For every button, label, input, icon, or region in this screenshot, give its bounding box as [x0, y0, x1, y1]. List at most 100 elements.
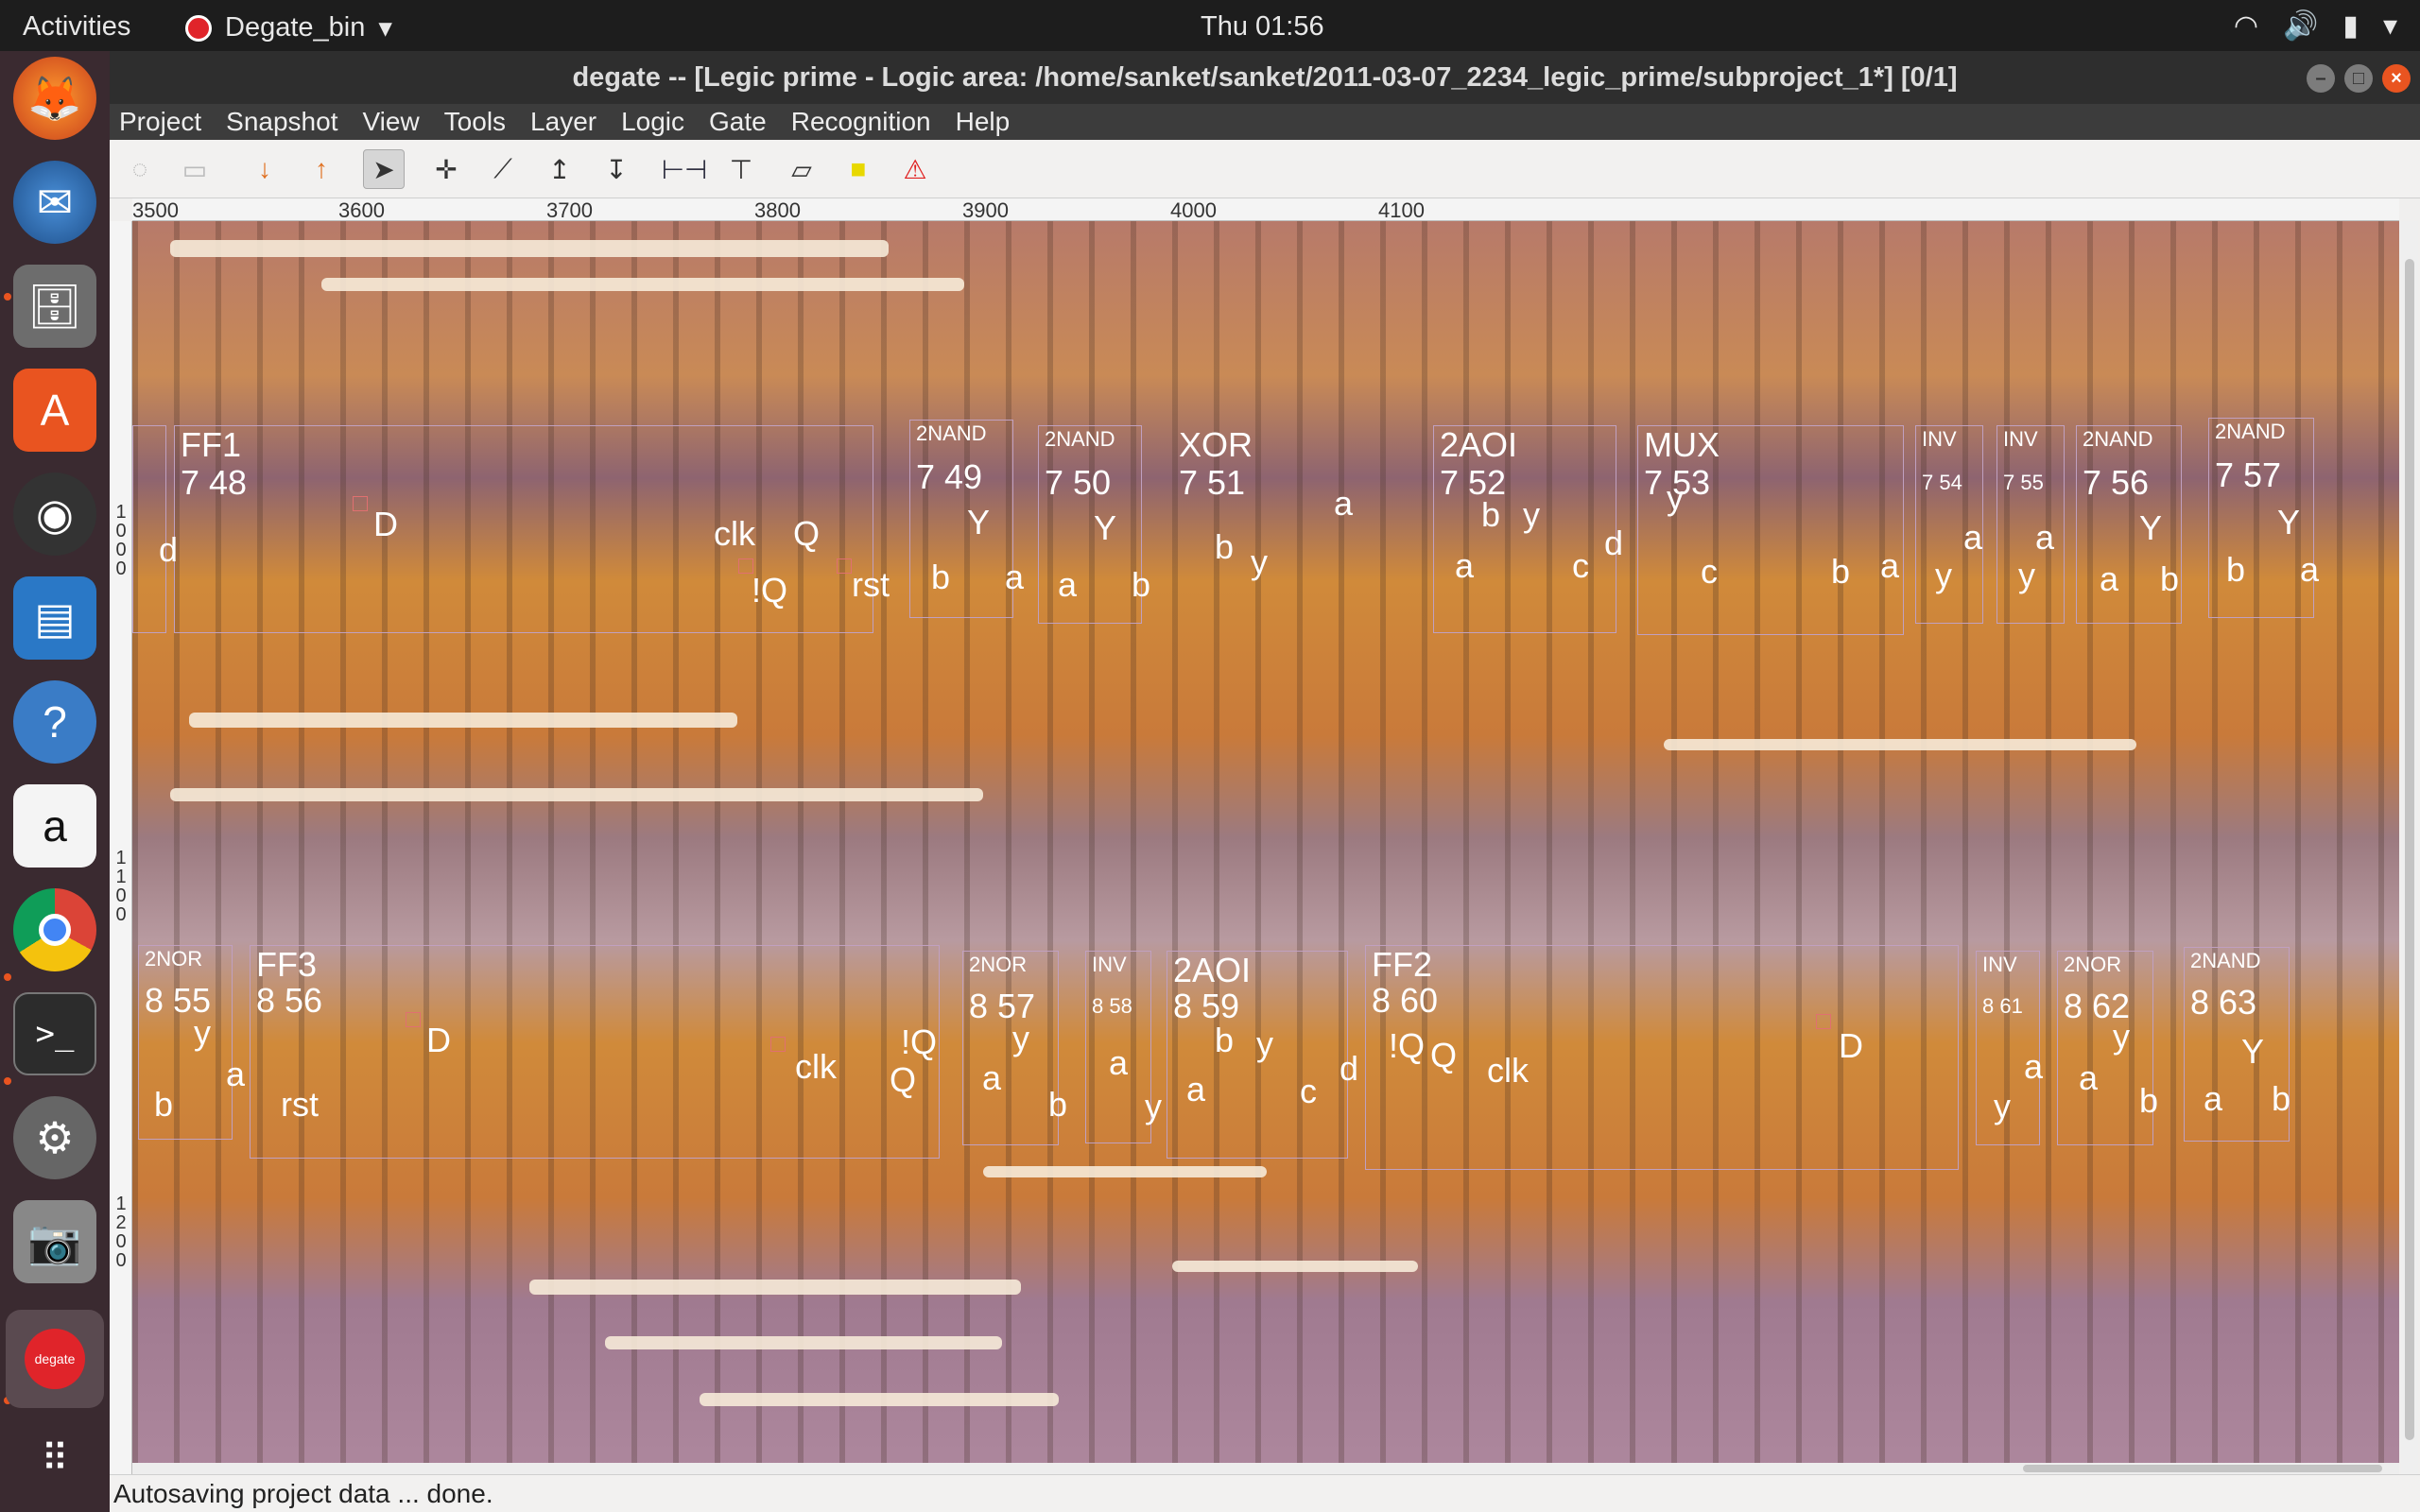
port-label: rst	[281, 1085, 319, 1124]
horizontal-scrollbar[interactable]	[132, 1463, 2399, 1474]
menu-tools[interactable]: Tools	[444, 107, 506, 137]
port-label: a	[2204, 1079, 2223, 1118]
warning-icon[interactable]: ⚠	[894, 149, 936, 189]
layer-down-icon[interactable]: ↓	[244, 149, 285, 189]
wifi-icon[interactable]: ◠	[2234, 9, 2258, 43]
gate-2nand-757[interactable]: 2NAND 7 57 Y b a	[2208, 418, 2319, 618]
menu-project[interactable]: Project	[119, 107, 201, 137]
menu-view[interactable]: View	[362, 107, 419, 137]
gate-2nand-756[interactable]: 2NAND 7 56 Y a b	[2076, 425, 2182, 624]
gate-2nor-857[interactable]: 2NOR 8 57 y a b	[962, 951, 1067, 1145]
gate-2nand-863[interactable]: 2NAND 8 63 Y a b	[2184, 947, 2290, 1142]
menu-logic[interactable]: Logic	[621, 107, 684, 137]
gate-2nand-750[interactable]: 2NAND 7 50 Y a b	[1038, 425, 1150, 624]
gate-mux-753[interactable]: MUX 7 53 y c b a	[1637, 425, 1904, 635]
maximize-icon[interactable]: □	[2344, 64, 2373, 93]
gate-inv-861[interactable]: INV 8 61 a y	[1976, 951, 2043, 1145]
libreoffice-impress-icon[interactable]: ▤	[13, 576, 96, 660]
gate-partial[interactable]	[132, 425, 166, 633]
port-label: c	[1701, 552, 1718, 591]
rhythmbox-icon[interactable]: ◉	[13, 472, 96, 556]
scrollbar-thumb[interactable]	[2405, 259, 2414, 1440]
die-image-canvas[interactable]: FF1 7 48 D clk Q !Q rst d 2NAND 7 49 Y b…	[132, 221, 2399, 1506]
minimize-icon[interactable]: –	[2307, 64, 2335, 93]
gate-2nor-855[interactable]: 2NOR 8 55 y a b	[138, 945, 245, 1140]
gate-ff2[interactable]: FF2 8 60 !Q Q clk D	[1365, 945, 1959, 1170]
gate-type-label: 2NAND	[916, 421, 987, 445]
port-label: y	[1145, 1087, 1162, 1125]
menu-recognition[interactable]: Recognition	[791, 107, 931, 137]
wire-tool-icon[interactable]: ⟋	[482, 149, 524, 189]
ruler-label: 4000	[1170, 198, 1217, 222]
status-bar: Autosaving project data ... done.	[110, 1474, 2420, 1512]
system-tray[interactable]: ◠ 🔊 ▮ ▾	[2234, 9, 2397, 43]
gate-2aoi-859[interactable]: 2AOI 8 59 b y a c d	[1167, 951, 1358, 1159]
gate-id-label: 7 55	[2003, 471, 2044, 494]
amazon-icon[interactable]: a	[13, 784, 96, 868]
help-icon[interactable]: ?	[13, 680, 96, 764]
gate-inv-755[interactable]: INV 7 55 a y	[1996, 425, 2065, 624]
annotation-tool-icon[interactable]: ▱	[781, 149, 822, 189]
pin-marker	[770, 1037, 786, 1052]
gate-id-label: 7 57	[2215, 455, 2282, 494]
firefox-icon[interactable]: 🦊	[13, 57, 96, 140]
gate-2nand-749[interactable]: 2NAND 7 49 Y b a	[909, 420, 1024, 618]
gate-2nor-862[interactable]: 2NOR 8 62 y a b	[2057, 951, 2158, 1145]
degate-icon[interactable]: degate	[6, 1310, 104, 1408]
files-icon[interactable]: 🗄	[13, 265, 96, 348]
note-icon[interactable]: ■	[838, 149, 879, 189]
screenshot-icon[interactable]: 📷	[13, 1200, 96, 1283]
zoom-out-icon[interactable]: ▭	[174, 149, 216, 189]
gate-xor-751[interactable]: XOR 7 51 a b y	[1172, 425, 1418, 614]
terminal-icon[interactable]: >_	[13, 992, 96, 1075]
ruler-label: 4100	[1378, 198, 1425, 222]
gate-ff1[interactable]: FF1 7 48 D clk Q !Q rst	[174, 425, 890, 633]
activities-button[interactable]: Activities	[23, 11, 130, 43]
via-up-tool-icon[interactable]: ↥	[539, 149, 580, 189]
metal-wire	[983, 1166, 1267, 1177]
volume-icon[interactable]: 🔊	[2283, 9, 2318, 43]
close-icon[interactable]: ×	[2382, 64, 2411, 93]
gate-type-label: FF2	[1372, 945, 1433, 984]
app-menu[interactable]: Degate_bin ▾	[185, 11, 392, 44]
gate-type-label: INV	[1982, 953, 2017, 976]
zoom-in-icon[interactable]: ◌	[119, 149, 161, 189]
gate-ff3[interactable]: FF3 8 56 D rst clk Q !Q	[250, 945, 940, 1159]
gate-inv-754[interactable]: INV 7 54 a y	[1915, 425, 1983, 624]
system-top-bar: Activities Degate_bin ▾ Thu 01:56 ◠ 🔊 ▮ …	[0, 0, 2420, 51]
port-label: a	[1963, 518, 1983, 557]
emarker-tool-icon[interactable]: ⊤	[720, 149, 762, 189]
menu-layer[interactable]: Layer	[530, 107, 596, 137]
measure-tool-icon[interactable]: ⊢⊣	[662, 149, 708, 189]
port-label: clk	[1487, 1051, 1529, 1090]
gate-type-label: 2AOI	[1440, 425, 1518, 464]
chevron-down-icon[interactable]: ▾	[2383, 9, 2397, 43]
running-indicator	[4, 1077, 11, 1085]
menu-help[interactable]: Help	[956, 107, 1011, 137]
ruler-label: 0	[115, 885, 127, 906]
port-label: Q	[793, 514, 821, 553]
clock[interactable]: Thu 01:56	[1201, 11, 1324, 43]
chrome-icon[interactable]	[13, 888, 96, 971]
window-titlebar[interactable]: degate -- [Legic prime - Logic area: /ho…	[110, 51, 2420, 104]
port-label: Y	[2139, 508, 2163, 547]
port-label: a	[1058, 565, 1078, 604]
via-down-tool-icon[interactable]: ↧	[596, 149, 637, 189]
gate-2aoi-752[interactable]: 2AOI 7 52 b y a c d	[1433, 425, 1623, 633]
move-tool-icon[interactable]: ✛	[425, 149, 467, 189]
ruler-label: 0	[115, 1250, 127, 1271]
battery-icon[interactable]: ▮	[2342, 9, 2359, 43]
gate-inv-858[interactable]: INV 8 58 a y	[1085, 951, 1162, 1143]
layer-up-icon[interactable]: ↑	[301, 149, 342, 189]
port-label: a	[226, 1055, 246, 1093]
settings-icon[interactable]: ⚙	[13, 1096, 96, 1179]
thunderbird-icon[interactable]: ✉	[13, 161, 96, 244]
menu-snapshot[interactable]: Snapshot	[226, 107, 337, 137]
menu-gate[interactable]: Gate	[709, 107, 767, 137]
vertical-scrollbar[interactable]	[2401, 221, 2418, 1512]
gate-type-label: 2NAND	[2215, 420, 2286, 443]
select-tool-icon[interactable]: ➤	[363, 149, 405, 189]
software-center-icon[interactable]: A	[13, 369, 96, 452]
scrollbar-thumb[interactable]	[2023, 1465, 2382, 1472]
app-grid-icon[interactable]: ⠿	[13, 1418, 96, 1501]
